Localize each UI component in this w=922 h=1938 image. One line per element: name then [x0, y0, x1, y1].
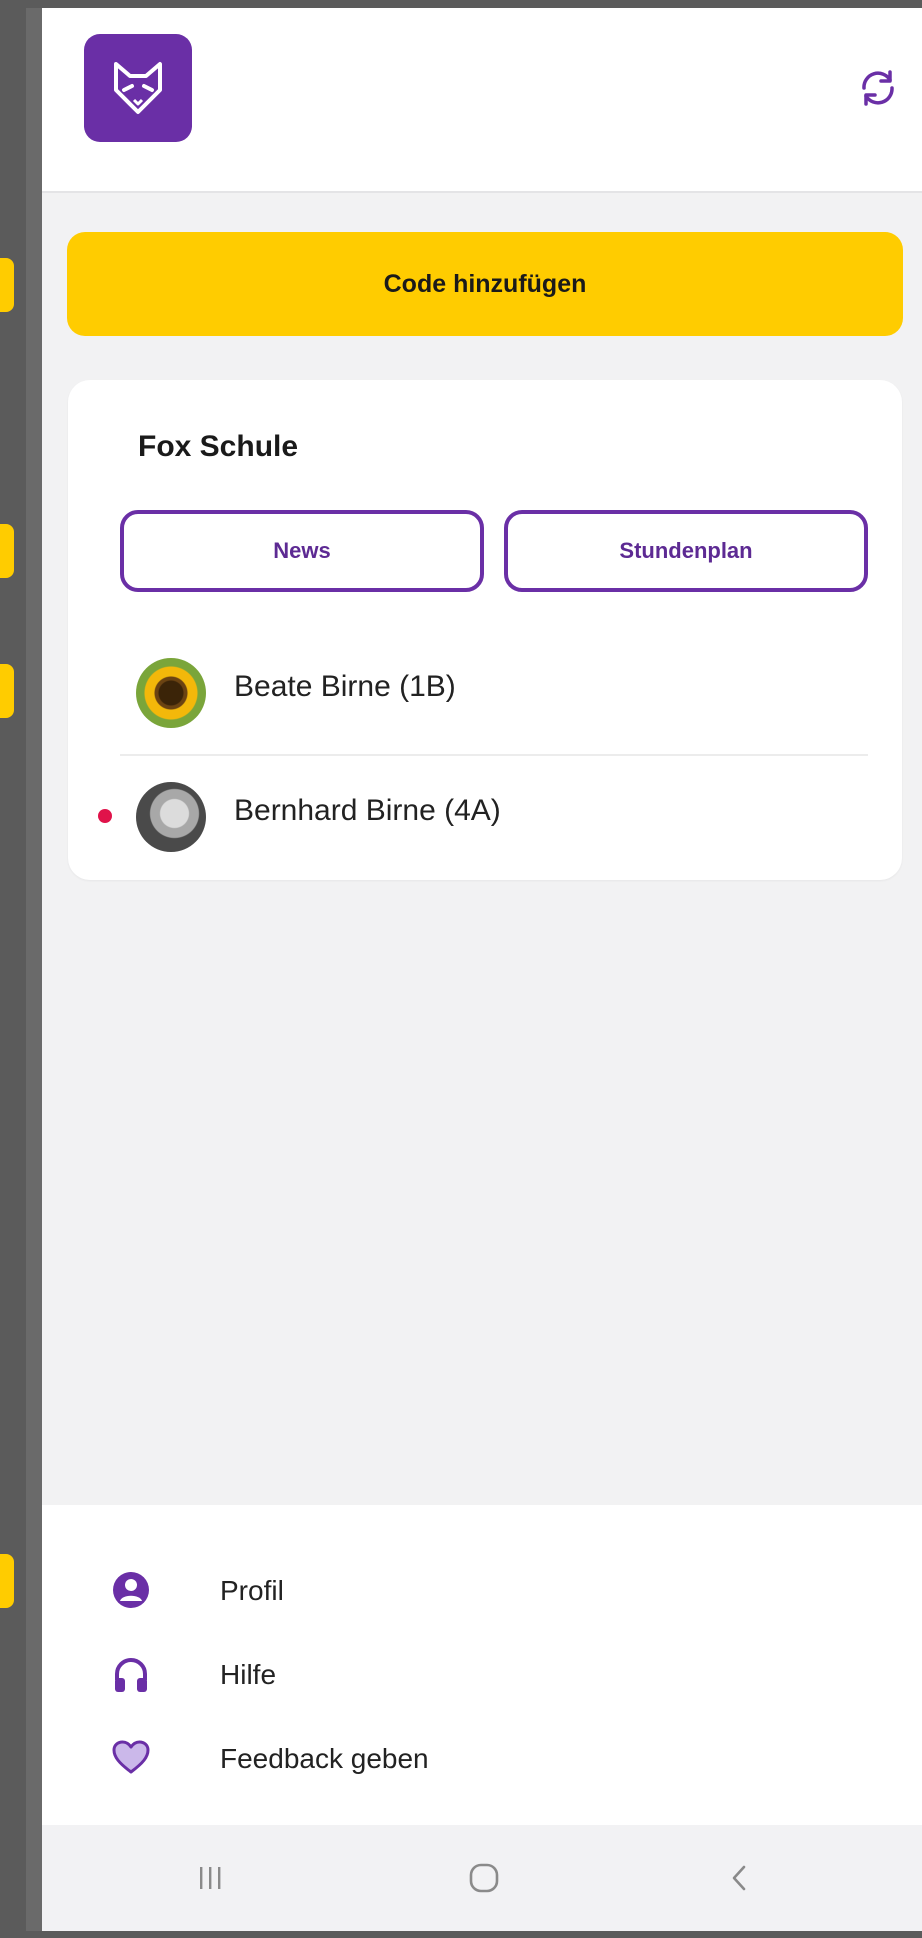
- home-icon[interactable]: [454, 1855, 514, 1901]
- frame-strip: [26, 0, 42, 1938]
- student-name: Bernhard Birne (4A): [234, 794, 501, 827]
- user-circle-icon: [110, 1569, 152, 1611]
- avatar: [136, 658, 206, 728]
- menu-item-label: Hilfe: [220, 1659, 277, 1690]
- menu-item-feedback[interactable]: Feedback geben: [42, 1723, 922, 1793]
- recent-apps-icon[interactable]: [180, 1855, 240, 1901]
- edge-marker: [0, 664, 14, 718]
- schedule-button[interactable]: Stundenplan: [504, 510, 868, 592]
- refresh-icon[interactable]: [854, 64, 902, 112]
- heart-icon: [110, 1737, 152, 1779]
- menu-item-label: Feedback geben: [220, 1743, 429, 1774]
- frame-bottom: [0, 1931, 922, 1938]
- headphones-icon: [110, 1653, 152, 1695]
- student-name: Beate Birne (1B): [234, 670, 456, 703]
- school-card: Fox Schule News Stundenplan Beate Birne …: [68, 380, 902, 880]
- back-icon[interactable]: [710, 1855, 770, 1901]
- edge-marker: [0, 524, 14, 578]
- menu-item-profil[interactable]: Profil: [42, 1555, 922, 1625]
- school-name: Fox Schule: [138, 430, 299, 463]
- edge-marker: [0, 1554, 14, 1608]
- menu-item-label: Profil: [220, 1575, 284, 1606]
- app-screen: Code hinzufügen Fox Schule News Stundenp…: [42, 8, 922, 1931]
- divider: [120, 754, 868, 756]
- frame-top: [0, 0, 922, 8]
- menu-item-hilfe[interactable]: Hilfe: [42, 1639, 922, 1709]
- edge-marker: [0, 258, 14, 312]
- fox-logo-icon: [84, 34, 192, 142]
- news-button[interactable]: News: [120, 510, 484, 592]
- add-code-button[interactable]: Code hinzufügen: [67, 232, 903, 336]
- student-row[interactable]: Beate Birne (1B): [68, 640, 902, 740]
- bottom-menu: Profil Hilfe Feedback geben: [42, 1505, 922, 1825]
- student-row[interactable]: Bernhard Birne (4A): [68, 764, 902, 864]
- app-header: [42, 8, 922, 193]
- unread-indicator: [98, 809, 112, 823]
- avatar: [136, 782, 206, 852]
- system-navbar: [42, 1825, 922, 1931]
